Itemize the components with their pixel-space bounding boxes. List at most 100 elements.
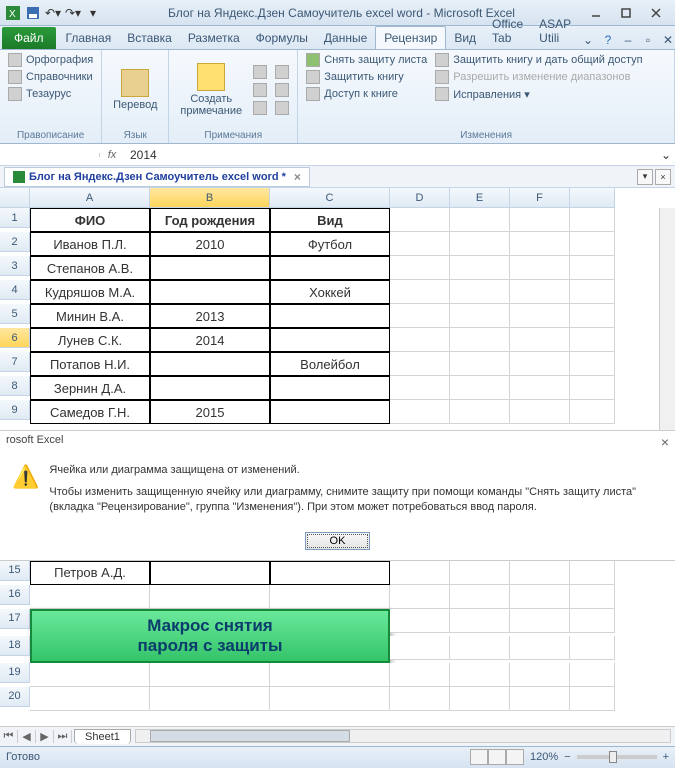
undo-icon[interactable]: ↶▾ xyxy=(44,4,62,22)
cell-15[interactable] xyxy=(570,561,615,585)
zoom-in-icon[interactable]: + xyxy=(663,751,669,763)
cell-D9[interactable] xyxy=(390,400,450,424)
select-all-corner[interactable] xyxy=(0,188,30,208)
delete-comment-button[interactable] xyxy=(251,64,269,80)
cell-D2[interactable] xyxy=(390,232,450,256)
normal-view-icon[interactable] xyxy=(470,749,488,765)
cell-B3[interactable] xyxy=(150,256,270,280)
cell-B1[interactable]: Год рождения xyxy=(150,208,270,232)
col-header-E[interactable]: E xyxy=(450,188,510,208)
cell-C1[interactable]: Вид xyxy=(270,208,390,232)
cell-18[interactable] xyxy=(570,636,615,660)
wb-restore-icon[interactable]: ▫ xyxy=(639,31,657,49)
ok-button[interactable]: OK xyxy=(305,532,371,550)
cell-F5[interactable] xyxy=(510,304,570,328)
sheet-prev-icon[interactable]: ◀ xyxy=(18,730,36,743)
cell-D7[interactable] xyxy=(390,352,450,376)
cell-B20[interactable] xyxy=(150,687,270,711)
row-header[interactable]: 16 xyxy=(0,585,30,605)
cell-D4[interactable] xyxy=(390,280,450,304)
page-break-icon[interactable] xyxy=(506,749,524,765)
cell-A15[interactable]: Петров А.Д. xyxy=(30,561,150,585)
cell-C2[interactable]: Футбол xyxy=(270,232,390,256)
wb-min-icon[interactable]: – xyxy=(619,31,637,49)
cell-E17[interactable] xyxy=(450,609,510,633)
cell-E15[interactable] xyxy=(450,561,510,585)
show-ink-button[interactable] xyxy=(273,100,291,116)
vertical-scrollbar[interactable] xyxy=(659,208,675,430)
cell-A19[interactable] xyxy=(30,663,150,687)
cell-19[interactable] xyxy=(570,663,615,687)
cell-B8[interactable] xyxy=(150,376,270,400)
cell-F16[interactable] xyxy=(510,585,570,609)
next-comment-button[interactable] xyxy=(251,100,269,116)
cell-C5[interactable] xyxy=(270,304,390,328)
help-icon[interactable]: ? xyxy=(599,31,617,49)
cell-E9[interactable] xyxy=(450,400,510,424)
cell-F15[interactable] xyxy=(510,561,570,585)
track-changes-button[interactable]: Исправления ▾ xyxy=(433,86,644,102)
cell-A16[interactable] xyxy=(30,585,150,609)
zoom-thumb[interactable] xyxy=(609,751,617,763)
fx-icon[interactable]: fx xyxy=(100,149,124,161)
cell-E2[interactable] xyxy=(450,232,510,256)
show-all-button[interactable] xyxy=(273,82,291,98)
cell-D5[interactable] xyxy=(390,304,450,328)
cell-F9[interactable] xyxy=(510,400,570,424)
share-workbook-button[interactable]: Доступ к книге xyxy=(304,86,429,102)
tab-insert[interactable]: Вставка xyxy=(119,27,180,49)
row-header[interactable]: 6 xyxy=(0,328,30,348)
cell-D15[interactable] xyxy=(390,561,450,585)
worksheet-grid[interactable]: ABCDEF1ФИОГод рожденияВид2Иванов П.Л.201… xyxy=(0,188,675,430)
protect-workbook-button[interactable]: Защитить книгу xyxy=(304,69,429,85)
cell-D19[interactable] xyxy=(390,663,450,687)
row-header[interactable]: 7 xyxy=(0,352,30,372)
zoom-slider[interactable] xyxy=(577,755,657,759)
maximize-button[interactable] xyxy=(611,3,641,23)
row-header[interactable]: 9 xyxy=(0,400,30,420)
hscroll-thumb[interactable] xyxy=(150,730,350,742)
tab-officetab[interactable]: Office Tab xyxy=(484,13,531,49)
spelling-button[interactable]: Орфография xyxy=(6,52,95,68)
cell-C3[interactable] xyxy=(270,256,390,280)
new-comment-button[interactable]: Создать примечание xyxy=(175,52,247,128)
cell-B15[interactable] xyxy=(150,561,270,585)
cell-A3[interactable]: Степанов А.В. xyxy=(30,256,150,280)
minimize-ribbon-icon[interactable]: ⌄ xyxy=(579,31,597,49)
sheet-first-icon[interactable]: ⏮ xyxy=(0,730,18,743)
qat-drop-icon[interactable]: ▾ xyxy=(84,4,102,22)
cell-A7[interactable]: Потапов Н.И. xyxy=(30,352,150,376)
cell-F3[interactable] xyxy=(510,256,570,280)
col-header-D[interactable]: D xyxy=(390,188,450,208)
cell-F6[interactable] xyxy=(510,328,570,352)
cell-A1[interactable]: ФИО xyxy=(30,208,150,232)
row-header[interactable]: 8 xyxy=(0,376,30,396)
workbook-tab[interactable]: Блог на Яндекс.Дзен Самоучитель excel wo… xyxy=(4,167,310,187)
horizontal-scrollbar[interactable] xyxy=(135,729,671,743)
zoom-level[interactable]: 120% xyxy=(530,751,558,763)
cell-F8[interactable] xyxy=(510,376,570,400)
cell-F1[interactable] xyxy=(510,208,570,232)
cell-B7[interactable] xyxy=(150,352,270,376)
cell-B16[interactable] xyxy=(150,585,270,609)
cell-B9[interactable]: 2015 xyxy=(150,400,270,424)
file-tab[interactable]: Файл xyxy=(2,27,56,49)
cell-C16[interactable] xyxy=(270,585,390,609)
row-header[interactable]: 1 xyxy=(0,208,30,228)
protect-share-button[interactable]: Защитить книгу и дать общий доступ xyxy=(433,52,644,68)
col-header-B[interactable]: B xyxy=(150,188,270,208)
cell-F18[interactable] xyxy=(510,636,570,660)
page-layout-icon[interactable] xyxy=(488,749,506,765)
cell-F20[interactable] xyxy=(510,687,570,711)
cell-B5[interactable]: 2013 xyxy=(150,304,270,328)
row-header[interactable]: 19 xyxy=(0,663,30,683)
macro-shape[interactable]: Макрос снятияпароля с защиты xyxy=(30,609,390,663)
tab-view[interactable]: Вид xyxy=(446,27,484,49)
cell-A20[interactable] xyxy=(30,687,150,711)
wb-close-icon[interactable]: ✕ xyxy=(659,31,675,49)
row-header[interactable]: 15 xyxy=(0,561,30,581)
cell-A4[interactable]: Кудряшов М.А. xyxy=(30,280,150,304)
cell-C20[interactable] xyxy=(270,687,390,711)
cell-D6[interactable] xyxy=(390,328,450,352)
row-header[interactable]: 3 xyxy=(0,256,30,276)
